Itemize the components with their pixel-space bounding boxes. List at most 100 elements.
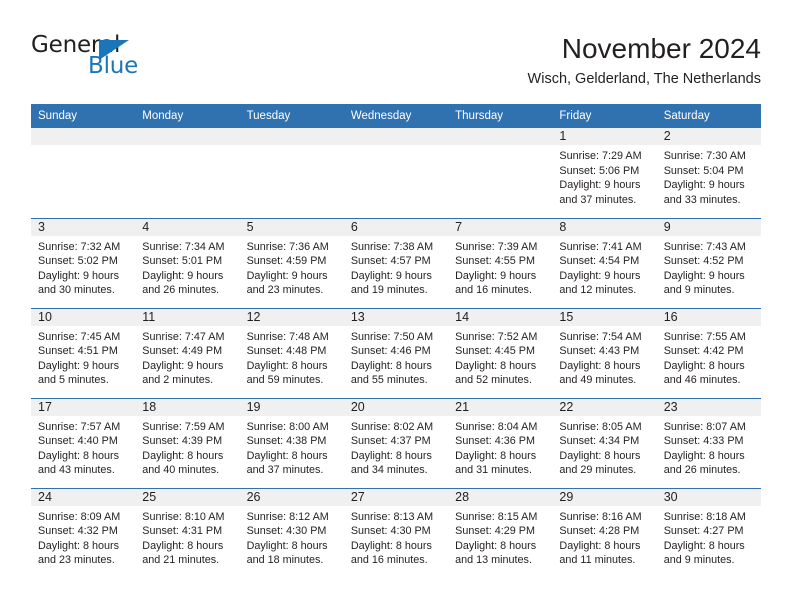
day-details: Sunrise: 7:59 AM Sunset: 4:39 PM Dayligh… <box>135 416 239 478</box>
day-cell[interactable]: 11 Sunrise: 7:47 AM Sunset: 4:49 PM Dayl… <box>135 307 240 398</box>
day-cell[interactable]: 22 Sunrise: 8:05 AM Sunset: 4:34 PM Dayl… <box>552 397 657 488</box>
daylight-text-line1: Daylight: 9 hours <box>663 179 745 192</box>
calendar-week-row: 10 Sunrise: 7:45 AM Sunset: 4:51 PM Dayl… <box>31 307 761 398</box>
day-cell[interactable]: 4 Sunrise: 7:34 AM Sunset: 5:01 PM Dayli… <box>135 217 240 308</box>
day-cell[interactable]: 17 Sunrise: 7:57 AM Sunset: 4:40 PM Dayl… <box>31 397 136 488</box>
day-number: 6 <box>343 218 449 236</box>
day-cell[interactable]: 15 Sunrise: 7:54 AM Sunset: 4:43 PM Dayl… <box>552 307 657 398</box>
day-details: Sunrise: 8:07 AM Sunset: 4:33 PM Dayligh… <box>657 416 761 478</box>
day-number: 23 <box>656 398 761 416</box>
day-cell[interactable]: 27 Sunrise: 8:13 AM Sunset: 4:30 PM Dayl… <box>343 487 449 578</box>
daylight-text-line1: Daylight: 9 hours <box>559 269 641 282</box>
daylight-text-line1: Daylight: 9 hours <box>38 269 120 282</box>
sunset-text: Sunset: 4:33 PM <box>663 435 744 448</box>
daylight-text-line2: and 23 minutes. <box>38 554 115 567</box>
daylight-text-line2: and 9 minutes. <box>663 284 735 297</box>
general-blue-logo[interactable]: General Blue <box>31 32 221 88</box>
calendar-body: 1 Sunrise: 7:29 AM Sunset: 5:06 PM Dayli… <box>31 128 761 578</box>
sunset-text: Sunset: 4:34 PM <box>559 435 640 448</box>
day-number: 19 <box>239 398 344 416</box>
day-number <box>343 128 449 145</box>
day-cell[interactable]: 2 Sunrise: 7:30 AM Sunset: 5:04 PM Dayli… <box>656 128 761 218</box>
day-cell[interactable]: 8 Sunrise: 7:41 AM Sunset: 4:54 PM Dayli… <box>552 217 657 308</box>
day-cell[interactable]: 12 Sunrise: 7:48 AM Sunset: 4:48 PM Dayl… <box>239 307 344 398</box>
weekday-header-thursday: Thursday <box>448 104 553 128</box>
sunrise-text: Sunrise: 7:55 AM <box>663 330 746 343</box>
day-cell[interactable]: 14 Sunrise: 7:52 AM Sunset: 4:45 PM Dayl… <box>448 307 553 398</box>
day-number: 2 <box>656 128 761 145</box>
sunset-text: Sunset: 4:28 PM <box>559 525 640 538</box>
daylight-text-line1: Daylight: 9 hours <box>38 359 120 372</box>
day-number: 9 <box>656 218 761 236</box>
day-number: 11 <box>135 308 240 326</box>
daylight-text-line2: and 19 minutes. <box>350 284 428 297</box>
day-details: Sunrise: 7:38 AM Sunset: 4:57 PM Dayligh… <box>344 236 448 298</box>
day-number: 4 <box>135 218 240 236</box>
day-cell[interactable]: 21 Sunrise: 8:04 AM Sunset: 4:36 PM Dayl… <box>448 397 553 488</box>
day-details <box>344 145 448 149</box>
day-cell[interactable]: 3 Sunrise: 7:32 AM Sunset: 5:02 PM Dayli… <box>31 217 136 308</box>
sunset-text: Sunset: 4:31 PM <box>142 525 223 538</box>
daylight-text-line1: Daylight: 8 hours <box>246 449 328 462</box>
day-details: Sunrise: 8:12 AM Sunset: 4:30 PM Dayligh… <box>240 506 344 568</box>
day-cell[interactable]: 24 Sunrise: 8:09 AM Sunset: 4:32 PM Dayl… <box>31 487 136 578</box>
day-details: Sunrise: 7:41 AM Sunset: 4:54 PM Dayligh… <box>552 236 656 298</box>
day-details: Sunrise: 7:50 AM Sunset: 4:46 PM Dayligh… <box>344 326 448 388</box>
day-cell[interactable]: 7 Sunrise: 7:39 AM Sunset: 4:55 PM Dayli… <box>448 217 553 308</box>
daylight-text-line1: Daylight: 8 hours <box>559 359 641 372</box>
day-cell[interactable]: 30 Sunrise: 8:18 AM Sunset: 4:27 PM Dayl… <box>656 487 761 578</box>
sunset-text: Sunset: 4:32 PM <box>38 525 118 538</box>
calendar-table: Sunday Monday Tuesday Wednesday Thursday… <box>31 104 761 578</box>
day-cell[interactable]: 16 Sunrise: 7:55 AM Sunset: 4:42 PM Dayl… <box>656 307 761 398</box>
daylight-text-line1: Daylight: 8 hours <box>38 449 120 462</box>
daylight-text-line2: and 52 minutes. <box>455 374 532 387</box>
day-details: Sunrise: 7:57 AM Sunset: 4:40 PM Dayligh… <box>31 416 135 478</box>
sunrise-text: Sunrise: 8:15 AM <box>455 510 538 523</box>
sunset-text: Sunset: 4:40 PM <box>38 435 118 448</box>
day-details: Sunrise: 7:54 AM Sunset: 4:43 PM Dayligh… <box>552 326 656 388</box>
day-cell[interactable]: 29 Sunrise: 8:16 AM Sunset: 4:28 PM Dayl… <box>552 487 657 578</box>
sunrise-text: Sunrise: 8:12 AM <box>246 510 329 523</box>
day-cell[interactable]: 13 Sunrise: 7:50 AM Sunset: 4:46 PM Dayl… <box>343 307 449 398</box>
daylight-text-line2: and 40 minutes. <box>142 464 220 477</box>
sunset-text: Sunset: 4:45 PM <box>455 345 535 358</box>
weekday-header-friday: Friday <box>552 104 657 128</box>
sunset-text: Sunset: 4:36 PM <box>455 435 535 448</box>
sunset-text: Sunset: 4:30 PM <box>350 525 431 538</box>
day-cell[interactable]: 6 Sunrise: 7:38 AM Sunset: 4:57 PM Dayli… <box>343 217 449 308</box>
day-details: Sunrise: 7:39 AM Sunset: 4:55 PM Dayligh… <box>448 236 552 298</box>
day-details: Sunrise: 8:10 AM Sunset: 4:31 PM Dayligh… <box>135 506 239 568</box>
daylight-text-line2: and 26 minutes. <box>663 464 741 477</box>
day-number: 20 <box>343 398 449 416</box>
daylight-text-line2: and 12 minutes. <box>559 284 637 297</box>
sunset-text: Sunset: 4:49 PM <box>142 345 223 358</box>
day-cell[interactable]: 19 Sunrise: 8:00 AM Sunset: 4:38 PM Dayl… <box>239 397 344 488</box>
daylight-text-line1: Daylight: 9 hours <box>455 269 537 282</box>
sunrise-text: Sunrise: 7:48 AM <box>246 330 329 343</box>
day-details <box>135 145 239 149</box>
sunset-text: Sunset: 5:04 PM <box>663 164 744 177</box>
day-cell[interactable]: 28 Sunrise: 8:15 AM Sunset: 4:29 PM Dayl… <box>448 487 553 578</box>
sunset-text: Sunset: 4:43 PM <box>559 345 640 358</box>
page-subtitle: Wisch, Gelderland, The Netherlands <box>527 71 761 87</box>
sunset-text: Sunset: 4:27 PM <box>663 525 744 538</box>
day-cell[interactable]: 10 Sunrise: 7:45 AM Sunset: 4:51 PM Dayl… <box>31 307 136 398</box>
sunrise-text: Sunrise: 7:43 AM <box>663 240 746 253</box>
day-cell[interactable]: 5 Sunrise: 7:36 AM Sunset: 4:59 PM Dayli… <box>239 217 344 308</box>
daylight-text-line1: Daylight: 9 hours <box>142 359 224 372</box>
day-details: Sunrise: 7:36 AM Sunset: 4:59 PM Dayligh… <box>240 236 344 298</box>
sunset-text: Sunset: 4:29 PM <box>455 525 535 538</box>
sunrise-text: Sunrise: 8:07 AM <box>663 420 746 433</box>
day-details <box>31 145 135 149</box>
day-number: 8 <box>552 218 657 236</box>
day-cell[interactable]: 25 Sunrise: 8:10 AM Sunset: 4:31 PM Dayl… <box>135 487 240 578</box>
day-cell[interactable]: 23 Sunrise: 8:07 AM Sunset: 4:33 PM Dayl… <box>656 397 761 488</box>
page-header: General Blue November 2024 Wisch, Gelder… <box>31 32 761 94</box>
day-cell[interactable]: 20 Sunrise: 8:02 AM Sunset: 4:37 PM Dayl… <box>343 397 449 488</box>
day-cell[interactable]: 18 Sunrise: 7:59 AM Sunset: 4:39 PM Dayl… <box>135 397 240 488</box>
day-cell[interactable]: 26 Sunrise: 8:12 AM Sunset: 4:30 PM Dayl… <box>239 487 344 578</box>
day-cell[interactable]: 1 Sunrise: 7:29 AM Sunset: 5:06 PM Dayli… <box>552 128 657 218</box>
daylight-text-line2: and 2 minutes. <box>142 374 214 387</box>
day-cell[interactable]: 9 Sunrise: 7:43 AM Sunset: 4:52 PM Dayli… <box>656 217 761 308</box>
daylight-text-line2: and 29 minutes. <box>559 464 637 477</box>
